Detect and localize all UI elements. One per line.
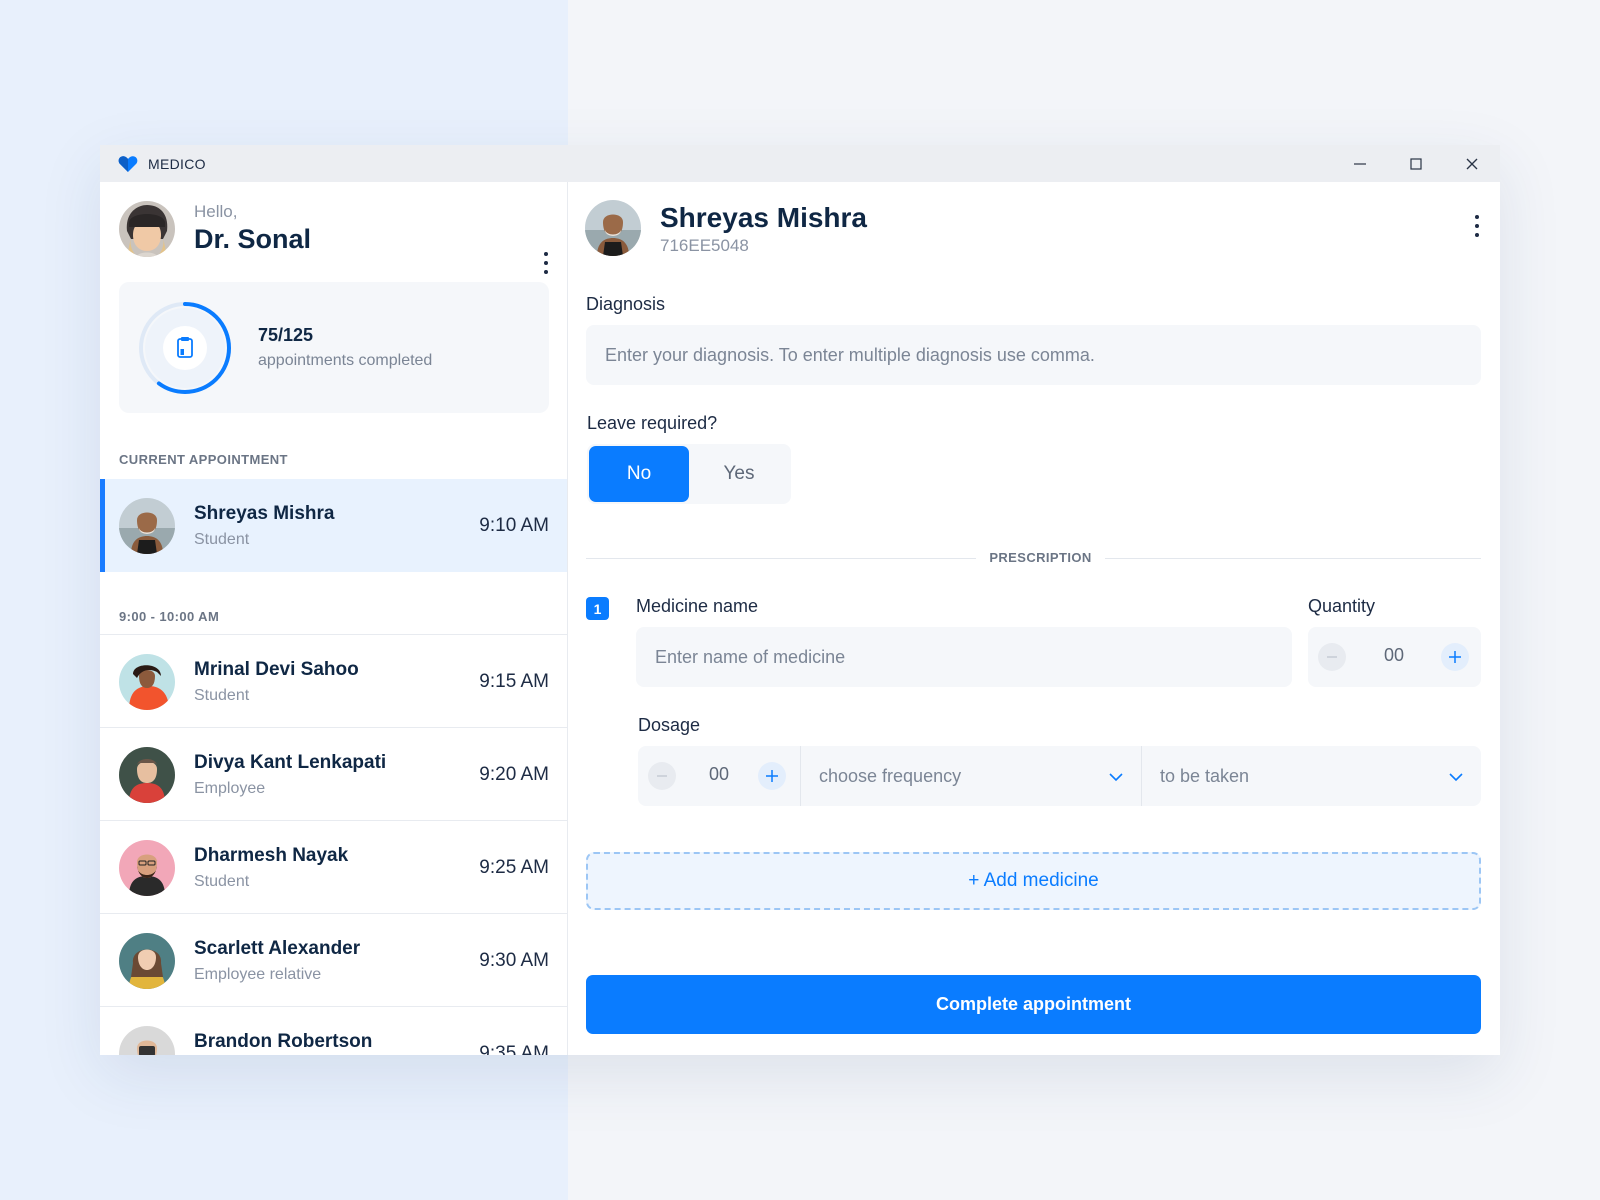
appointment-name: Brandon Robertson: [194, 1031, 373, 1052]
appointment-time: 9:10 AM: [479, 515, 549, 536]
appointment-item[interactable]: Divya Kant Lenkapati Employee 9:20 AM: [100, 727, 567, 820]
doctor-header: Hello, Dr. Sonal: [100, 182, 567, 282]
to-be-taken-select[interactable]: to be taken: [1142, 746, 1481, 806]
minus-icon: [657, 775, 667, 777]
time-slot-label: 9:00 - 10:00 AM: [119, 609, 220, 624]
maximize-button[interactable]: [1388, 145, 1444, 182]
kebab-dot: [1475, 215, 1479, 219]
complete-appointment-button[interactable]: Complete appointment: [586, 975, 1481, 1034]
diagnosis-input[interactable]: Enter your diagnosis. To enter multiple …: [586, 325, 1481, 385]
appointment-name: Divya Kant Lenkapati: [194, 752, 387, 773]
appointment-time: 9:20 AM: [479, 764, 549, 785]
title-bar: MEDICO: [100, 145, 1500, 182]
divider: [1105, 558, 1481, 559]
appointment-item[interactable]: Dharmesh Nayak Student 9:25 AM: [100, 820, 567, 913]
appointment-name: Shreyas Mishra: [194, 503, 335, 524]
appointment-item[interactable]: Scarlett Alexander Employee relative 9:3…: [100, 913, 567, 1006]
chevron-down-icon: [1449, 773, 1463, 782]
quantity-value[interactable]: 00: [1364, 645, 1424, 666]
quantity-decrement-button[interactable]: [1318, 643, 1346, 671]
appointment-role: Student: [194, 687, 250, 704]
medicine-index-badge: 1: [586, 597, 609, 620]
progress-ring: [139, 302, 231, 394]
progress-count: 75/125: [258, 325, 314, 345]
appointment-role: Employee: [194, 780, 266, 797]
dosage-value[interactable]: 00: [689, 764, 749, 785]
prescription-label: PRESCRIPTION: [989, 550, 1092, 565]
dosage-increment-button[interactable]: [758, 762, 786, 790]
kebab-dot: [1475, 224, 1479, 228]
plus-icon: [1449, 651, 1461, 663]
appointment-item[interactable]: Brandon Robertson 9:35 AM: [100, 1006, 567, 1055]
leave-no-option[interactable]: No: [589, 446, 689, 502]
maximize-icon: [1410, 157, 1422, 170]
appointment-time: 9:15 AM: [479, 671, 549, 692]
sidebar: Hello, Dr. Sonal 75/125 appointments com…: [100, 182, 568, 1055]
medicine-name-input[interactable]: Enter name of medicine: [636, 627, 1292, 687]
appointment-name: Mrinal Devi Sahoo: [194, 659, 359, 680]
doctor-name: Dr. Sonal: [194, 224, 312, 254]
heart-logo-icon: [118, 155, 138, 172]
leave-required-label: Leave required?: [587, 413, 718, 433]
kebab-dot: [544, 270, 548, 274]
patient-name: Shreyas Mishra: [660, 202, 867, 233]
app-window: MEDICO Hello, Dr. Sonal 75/125 appointme…: [100, 145, 1500, 1055]
appointment-list: Mrinal Devi Sahoo Student 9:15 AM Divya …: [100, 634, 567, 1055]
minimize-button[interactable]: [1332, 145, 1388, 182]
frequency-select[interactable]: choose frequency: [801, 746, 1141, 806]
patient-avatar: [119, 498, 175, 554]
appointment-role: Student: [194, 531, 250, 548]
appointment-role: Employee relative: [194, 966, 322, 983]
current-appointment-item[interactable]: Shreyas Mishra Student 9:10 AM: [100, 479, 567, 572]
quantity-stepper: 00: [1308, 627, 1481, 687]
kebab-dot: [544, 252, 548, 256]
quantity-increment-button[interactable]: [1441, 643, 1469, 671]
current-appointment-label: CURRENT APPOINTMENT: [119, 452, 288, 467]
chevron-down-icon: [1109, 773, 1123, 782]
close-icon: [1466, 158, 1478, 169]
patient-avatar: [119, 654, 175, 710]
diagnosis-label: Diagnosis: [586, 294, 666, 314]
patient-avatar: [119, 933, 175, 989]
app-title: MEDICO: [148, 155, 206, 172]
plus-icon: [766, 770, 778, 782]
patient-menu-button[interactable]: [1472, 212, 1482, 240]
frequency-placeholder: choose frequency: [819, 765, 962, 786]
minus-icon: [1327, 656, 1337, 658]
add-medicine-button[interactable]: + Add medicine: [586, 852, 1481, 910]
leave-toggle: No Yes: [587, 444, 791, 504]
progress-label: appointments completed: [258, 352, 433, 369]
doctor-avatar[interactable]: [119, 201, 175, 257]
medicine-name-label: Medicine name: [636, 596, 759, 616]
dosage-decrement-button[interactable]: [648, 762, 676, 790]
appointment-time: 9:30 AM: [479, 950, 549, 971]
dosage-row: 00 choose frequency to be taken: [638, 746, 1481, 806]
progress-card: 75/125 appointments completed: [119, 282, 549, 413]
appointment-name: Dharmesh Nayak: [194, 845, 349, 866]
appointment-time: 9:25 AM: [479, 857, 549, 878]
appointment-time: 9:35 AM: [479, 1043, 549, 1055]
greeting-text: Hello,: [194, 202, 238, 221]
divider: [586, 558, 976, 559]
close-button[interactable]: [1444, 145, 1500, 182]
kebab-dot: [544, 261, 548, 265]
appointment-role: Student: [194, 873, 250, 890]
dosage-label: Dosage: [638, 715, 701, 735]
patient-avatar: [119, 747, 175, 803]
appointment-name: Scarlett Alexander: [194, 938, 361, 959]
patient-avatar: [119, 1026, 175, 1055]
doctor-menu-button[interactable]: [541, 249, 551, 277]
appointment-item[interactable]: Mrinal Devi Sahoo Student 9:15 AM: [100, 634, 567, 727]
appointment-detail: Shreyas Mishra 716EE5048 Diagnosis Enter…: [568, 182, 1500, 1055]
minimize-icon: [1354, 162, 1366, 165]
window-controls: [1332, 145, 1500, 182]
patient-id: 716EE5048: [660, 236, 749, 255]
to-be-taken-placeholder: to be taken: [1160, 765, 1250, 786]
quantity-label: Quantity: [1308, 596, 1376, 616]
kebab-dot: [1475, 233, 1479, 237]
leave-yes-option[interactable]: Yes: [689, 446, 789, 502]
patient-header-avatar: [585, 200, 641, 256]
patient-avatar: [119, 840, 175, 896]
